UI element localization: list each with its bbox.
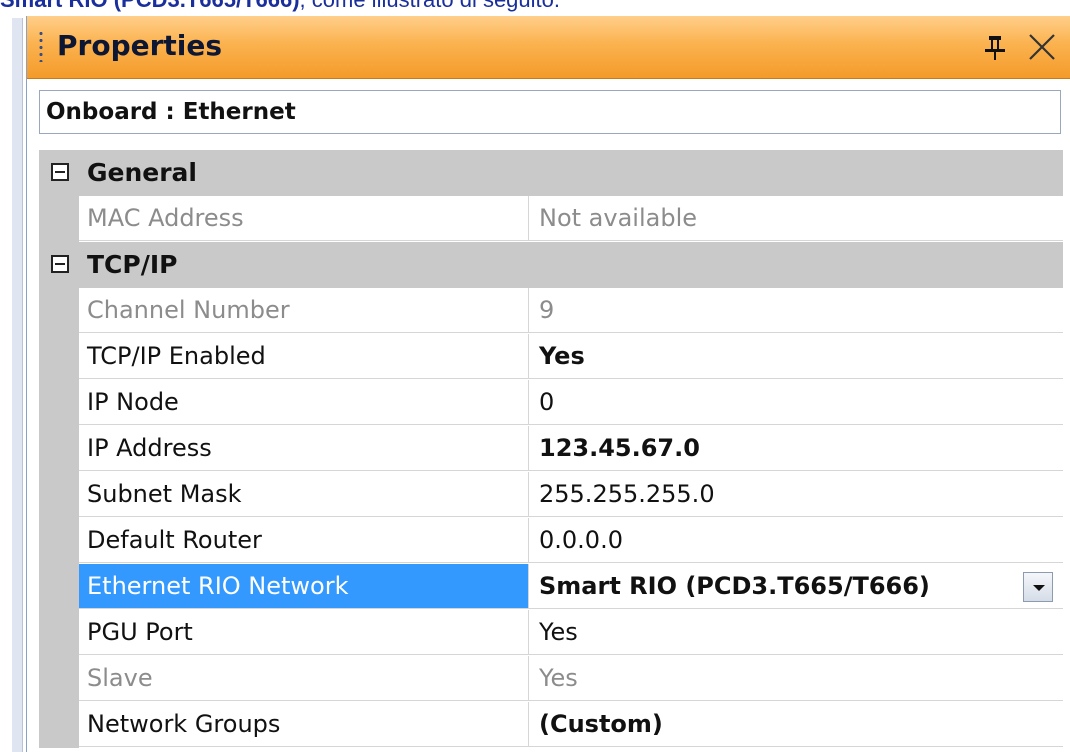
drag-grip-icon[interactable] xyxy=(39,30,43,62)
page: Smart RIO (PCD3.T665/T666), come illustr… xyxy=(0,0,1070,752)
property-value[interactable]: 0.0.0.0 xyxy=(529,518,1063,563)
property-name: Default Router xyxy=(79,518,529,563)
property-row-pgu-port[interactable]: PGU Port Yes xyxy=(39,610,1063,656)
category-general[interactable]: General xyxy=(39,150,1063,196)
row-margin xyxy=(39,702,79,748)
property-value[interactable]: 0 xyxy=(529,380,1063,425)
row-margin xyxy=(39,472,79,518)
row-margin xyxy=(39,518,79,564)
dropdown-value: Smart RIO (PCD3.T665/T666) xyxy=(539,572,930,600)
collapse-icon[interactable] xyxy=(51,255,69,273)
property-name: MAC Address xyxy=(79,196,529,241)
property-name: Channel Number xyxy=(79,288,529,333)
property-value-dropdown[interactable]: Smart RIO (PCD3.T665/T666) xyxy=(529,564,1063,609)
property-name: PGU Port xyxy=(79,610,529,655)
category-label: General xyxy=(87,158,197,187)
row-margin xyxy=(39,334,79,380)
property-row-default-router[interactable]: Default Router 0.0.0.0 xyxy=(39,518,1063,564)
row-margin xyxy=(39,426,79,472)
property-name: Ethernet RIO Network xyxy=(79,564,529,609)
category-tcp-ip[interactable]: TCP/IP xyxy=(39,242,1063,288)
chevron-down-icon[interactable] xyxy=(1023,572,1053,602)
property-value[interactable]: 123.45.67.0 xyxy=(529,426,1063,471)
property-row-tcp-ip-enabled[interactable]: TCP/IP Enabled Yes xyxy=(39,334,1063,380)
property-grid: General MAC Address Not available TCP/IP… xyxy=(39,150,1063,752)
property-row-ethernet-rio-network[interactable]: Ethernet RIO Network Smart RIO (PCD3.T66… xyxy=(39,564,1063,610)
property-value[interactable]: 255.255.255.0 xyxy=(529,472,1063,517)
object-selector-value: Onboard : Ethernet xyxy=(46,99,296,125)
property-name: IP Node xyxy=(79,380,529,425)
property-name: IP Address xyxy=(79,426,529,471)
property-row-subnet-mask[interactable]: Subnet Mask 255.255.255.0 xyxy=(39,472,1063,518)
properties-panel: Properties Onboard : Ethernet General MA… xyxy=(26,16,1070,752)
row-margin xyxy=(39,656,79,702)
document-caption: Smart RIO (PCD3.T665/T666), come illustr… xyxy=(0,0,1070,14)
property-value[interactable]: Yes xyxy=(529,334,1063,379)
row-margin xyxy=(39,288,79,334)
caption-bold-text: Smart RIO (PCD3.T665/T666) xyxy=(0,0,300,12)
property-row-network-groups[interactable]: Network Groups (Custom) xyxy=(39,702,1063,748)
property-row-ip-node[interactable]: IP Node 0 xyxy=(39,380,1063,426)
property-name: Network Groups xyxy=(79,702,529,747)
property-value[interactable]: Yes xyxy=(529,656,1063,701)
panel-titlebar: Properties xyxy=(27,16,1070,79)
row-margin xyxy=(39,610,79,656)
property-name: Slave xyxy=(79,656,529,701)
left-dock-strip xyxy=(12,18,23,752)
row-margin xyxy=(39,196,79,242)
close-icon[interactable] xyxy=(1025,30,1059,64)
panel-title: Properties xyxy=(57,29,223,62)
property-name: Subnet Mask xyxy=(79,472,529,517)
property-row-slave[interactable]: Slave Yes xyxy=(39,656,1063,702)
row-margin xyxy=(39,380,79,426)
category-label: TCP/IP xyxy=(87,250,178,279)
object-selector[interactable]: Onboard : Ethernet xyxy=(39,90,1061,134)
caption-text: , come illustrato di seguito. xyxy=(300,0,560,12)
row-margin xyxy=(39,564,79,610)
collapse-icon[interactable] xyxy=(51,163,69,181)
property-value[interactable]: Not available xyxy=(529,196,1063,241)
property-name: TCP/IP Enabled xyxy=(79,334,529,379)
property-row-ip-address[interactable]: IP Address 123.45.67.0 xyxy=(39,426,1063,472)
pin-icon[interactable] xyxy=(981,32,1009,62)
property-value[interactable]: (Custom) xyxy=(529,702,1063,747)
property-value[interactable]: Yes xyxy=(529,610,1063,655)
property-row-channel-number[interactable]: Channel Number 9 xyxy=(39,288,1063,334)
property-value[interactable]: 9 xyxy=(529,288,1063,333)
property-row-mac-address[interactable]: MAC Address Not available xyxy=(39,196,1063,242)
